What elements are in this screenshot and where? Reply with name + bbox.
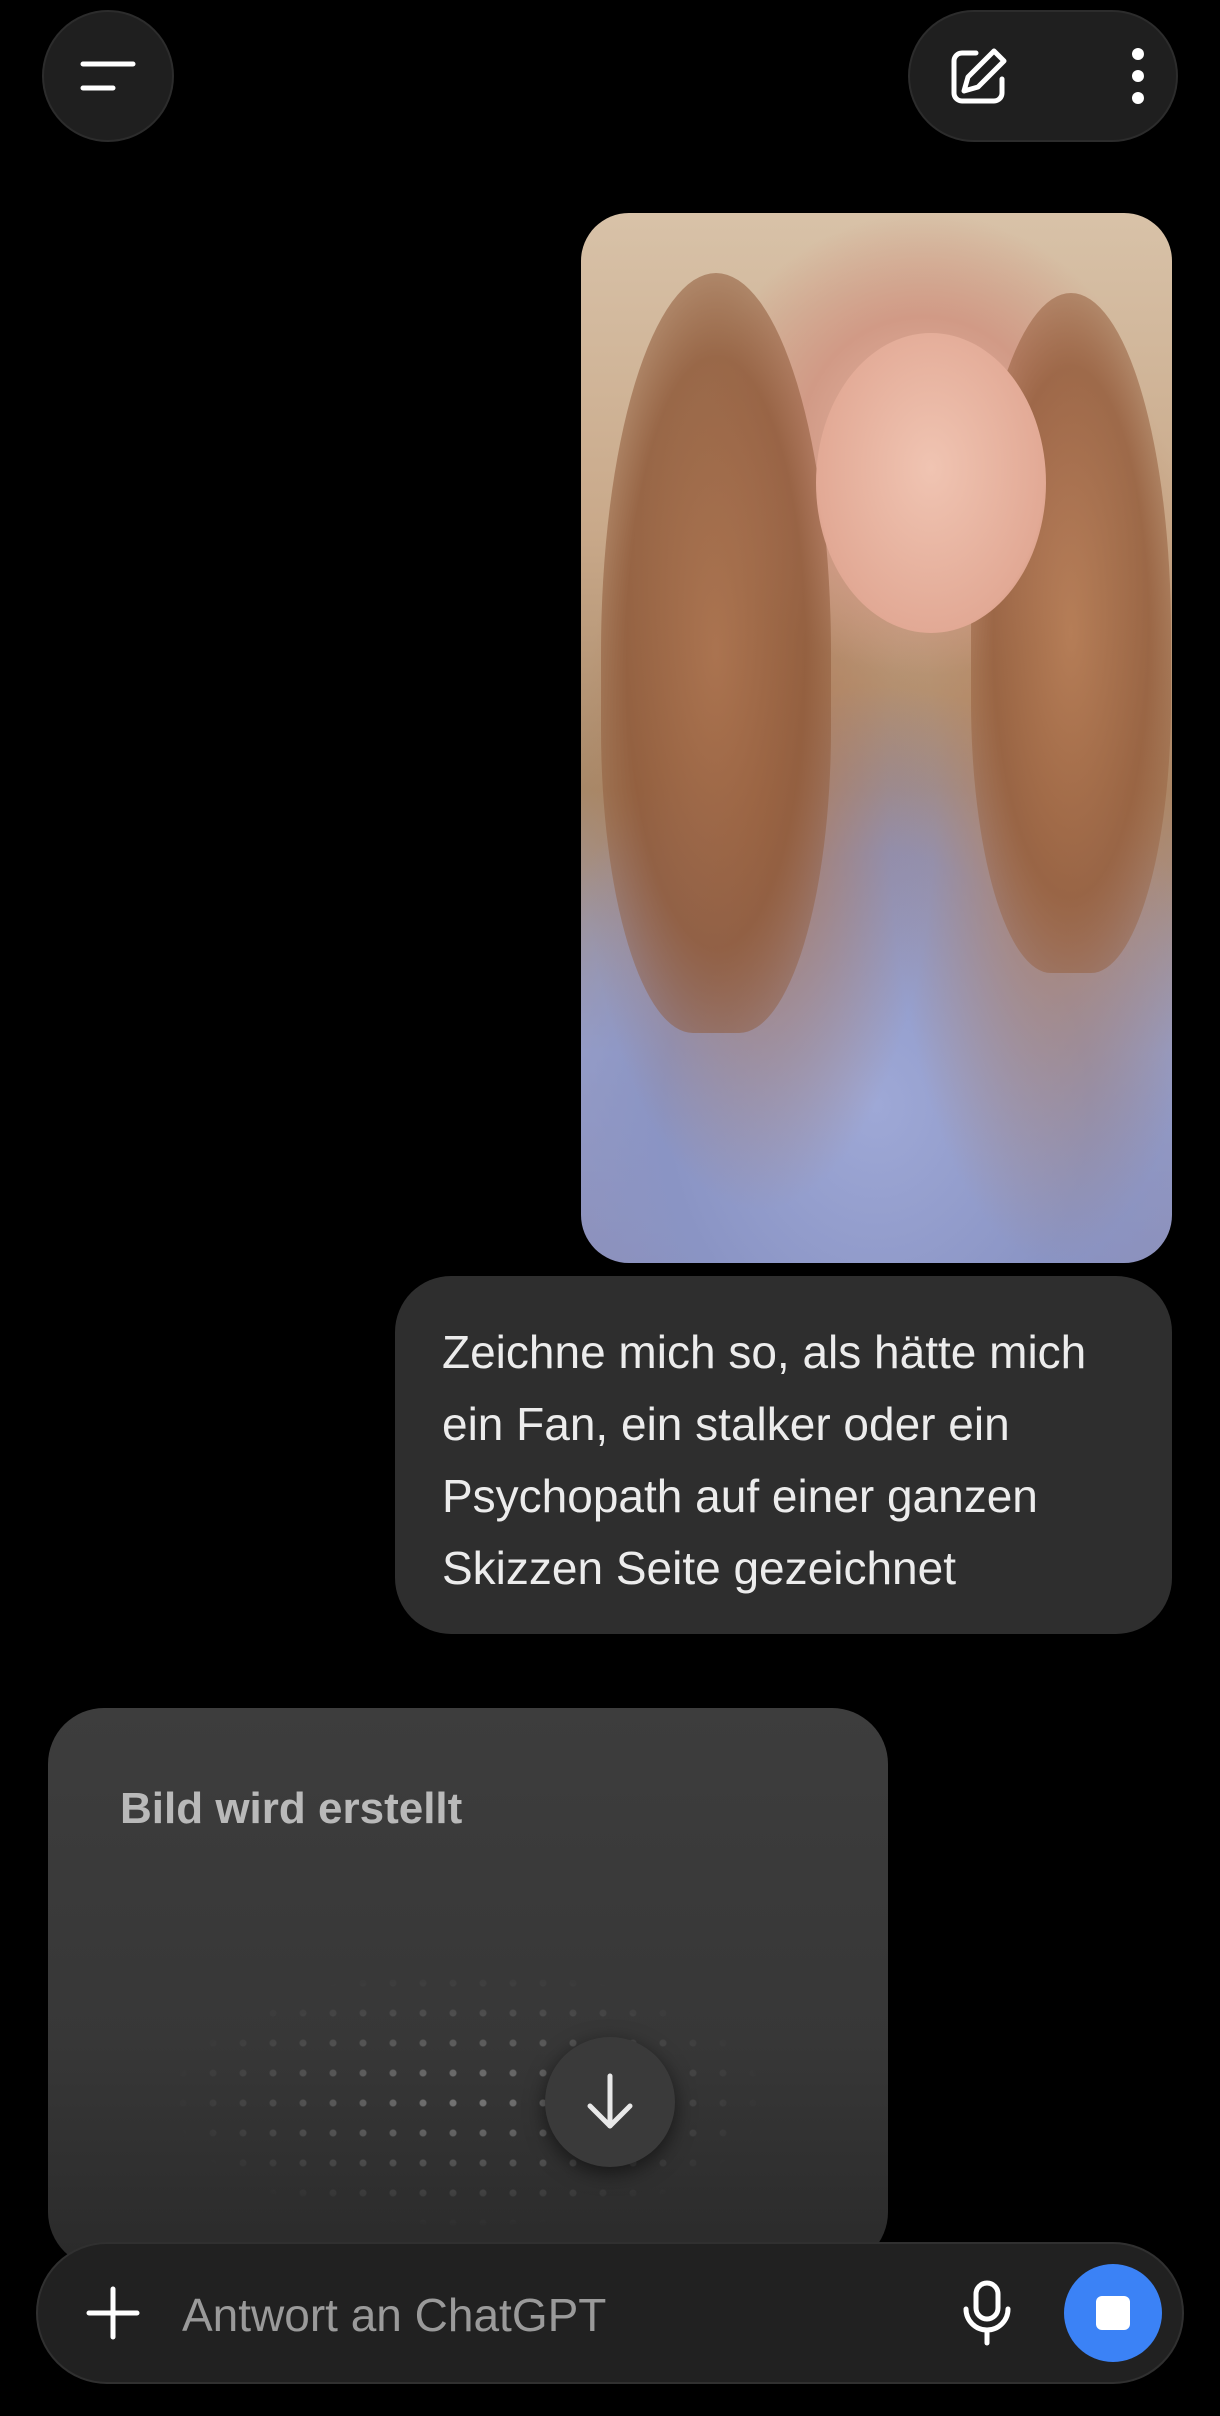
- menu-lines-icon: [79, 59, 137, 93]
- arrow-down-icon: [582, 2072, 638, 2132]
- stop-icon: [1096, 2296, 1130, 2330]
- message-composer: [36, 2242, 1184, 2384]
- photo-face: [816, 333, 1046, 633]
- plus-icon[interactable]: [78, 2278, 148, 2348]
- photo-hair-left: [601, 273, 831, 1033]
- scroll-to-bottom-button[interactable]: [545, 2037, 675, 2167]
- generation-status-text: Bild wird erstellt: [120, 1784, 463, 1833]
- user-message-bubble: Zeichne mich so, als hätte mich ein Fan,…: [395, 1276, 1172, 1634]
- stop-generation-button[interactable]: [1064, 2264, 1162, 2362]
- menu-button[interactable]: [42, 10, 174, 142]
- generation-placeholder-dots: [168, 1968, 768, 2228]
- microphone-icon[interactable]: [950, 2276, 1024, 2350]
- user-photo-attachment[interactable]: [581, 213, 1172, 1263]
- header-actions: [908, 10, 1178, 142]
- message-input[interactable]: [180, 2274, 944, 2356]
- more-vertical-icon[interactable]: [1128, 46, 1148, 106]
- edit-icon[interactable]: [948, 45, 1010, 107]
- image-generation-card: Bild wird erstellt: [48, 1708, 888, 2268]
